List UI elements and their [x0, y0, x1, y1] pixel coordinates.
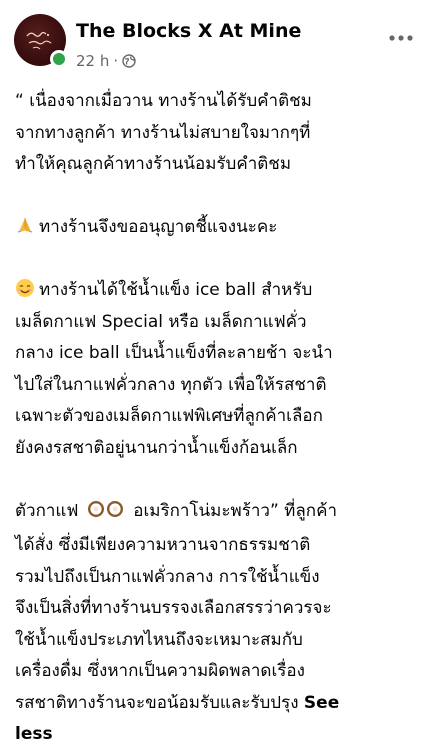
post-paragraph: ทางร้านได้ใช้น้ำแข็ง ice ball สำหรับ เมล…	[15, 275, 420, 464]
facebook-post: The Blocks X At Mine 22 h · “ เนื่องจากเ…	[0, 0, 429, 744]
coconut-emoji-icon	[86, 499, 126, 531]
text-line: ทางร้านจึงขออนุญาตชี้แจงนะคะ	[15, 212, 420, 244]
text-line: รวมไปถึงเป็นกาแฟคั่วกลาง การใช้น้ำแข็ง	[15, 566, 320, 587]
text-line: ยังคงรสชาติอยู่นานกว่าน้ำแข็งก้อนเล็ก	[15, 437, 298, 458]
text-line: ทางร้านได้ใช้น้ำแข็ง ice ball สำหรับ	[15, 275, 420, 307]
page-name-link[interactable]: The Blocks X At Mine	[76, 20, 301, 42]
text-line: ตัวกาแฟ อเมริกาโน่มะพร้าว” ที่ลูกค้า	[15, 496, 420, 531]
folded-hands-emoji-icon	[17, 218, 33, 233]
text-line: ใช้น้ำแข็งประเภทไหนถึงจะเหมาะสมกับ	[15, 629, 303, 650]
text-line: ได้สั่ง ซึ่งมีเพียงความหวานจากธรรมชาติ	[15, 535, 311, 555]
text-line: เฉพาะตัวของเมล็ดกาแฟพิเศษที่ลูกค้าเลือก	[15, 406, 323, 426]
see-less-link[interactable]: See	[304, 693, 339, 713]
see-less-link-continued[interactable]: less	[15, 724, 53, 744]
more-options-button[interactable]	[383, 26, 419, 50]
text-line: จึงเป็นสิ่งที่ทางร้านบรรจงเลือกสรรว่าควร…	[15, 598, 332, 618]
globe-icon[interactable]	[122, 54, 136, 68]
post-text: “ เนื่องจากเมื่อวาน ทางร้านได้รับคำติชม …	[15, 86, 420, 751]
text-line: less	[15, 719, 420, 751]
page-avatar[interactable]	[14, 14, 68, 68]
post-timestamp[interactable]: 22 h	[76, 52, 109, 70]
text-segment: อเมริกาโน่มะพร้าว” ที่ลูกค้า	[133, 500, 337, 521]
text-line: จากทางลูกค้า ทางร้านไม่สบายใจมากๆที่	[15, 122, 311, 143]
text-line: รสชาติทางร้านจะขอน้อมรับและรับปรุง See	[15, 688, 420, 720]
text-line: ไปใส่ในกาแฟคั่วกลาง ทุกตัว เพื่อให้รสชาต…	[15, 374, 327, 395]
post-header: The Blocks X At Mine 22 h ·	[14, 14, 419, 74]
text-line: เครื่องดื่ม ซึ่งหากเป็นความผิดพลาดเรื่อง	[15, 661, 305, 681]
text-line: กลาง ice ball เป็นน้ำแข็งที่ละลายช้า จะน…	[15, 343, 333, 363]
text-line: ทำให้คุณลูกค้าทางร้านน้อมรับคำติชม	[15, 154, 292, 174]
post-paragraph: ทางร้านจึงขออนุญาตชี้แจงนะคะ	[15, 212, 420, 244]
online-status-dot	[50, 50, 68, 68]
text-segment: ทางร้านจึงขออนุญาตชี้แจงนะคะ	[39, 217, 278, 237]
text-segment: รสชาติทางร้านจะขอน้อมรับและรับปรุง	[15, 692, 299, 713]
post-paragraph: ตัวกาแฟ อเมริกาโน่มะพร้าว” ที่ลูกค้า ได้…	[15, 496, 420, 751]
smiling-face-emoji-icon	[16, 279, 34, 297]
text-segment: ทางร้านได้ใช้น้ำแข็ง ice ball สำหรับ	[39, 280, 313, 300]
post-meta: 22 h ·	[76, 52, 136, 70]
meta-separator: ·	[113, 52, 119, 70]
text-segment: ตัวกาแฟ	[15, 500, 79, 521]
more-options-icon	[389, 35, 413, 41]
text-line: “ เนื่องจากเมื่อวาน ทางร้านได้รับคำติชม	[15, 91, 312, 111]
post-paragraph: “ เนื่องจากเมื่อวาน ทางร้านได้รับคำติชม …	[15, 86, 420, 181]
text-line: เมล็ดกาแฟ Special หรือ เมล็ดกาแฟคั่ว	[15, 311, 307, 332]
